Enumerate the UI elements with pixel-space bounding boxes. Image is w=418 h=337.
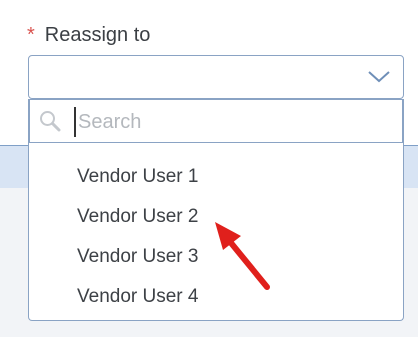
option-vendor-user-1[interactable]: Vendor User 1 — [29, 157, 403, 197]
field-label: * Reassign to — [27, 20, 150, 50]
chevron-down-icon[interactable] — [367, 68, 391, 86]
search-icon — [40, 111, 61, 132]
search-row — [29, 99, 403, 143]
red-arrow-icon — [215, 222, 270, 290]
required-marker: * — [27, 23, 35, 46]
field-label-text: Reassign to — [44, 23, 151, 46]
search-input[interactable] — [74, 107, 378, 137]
reassign-select[interactable] — [28, 55, 404, 99]
